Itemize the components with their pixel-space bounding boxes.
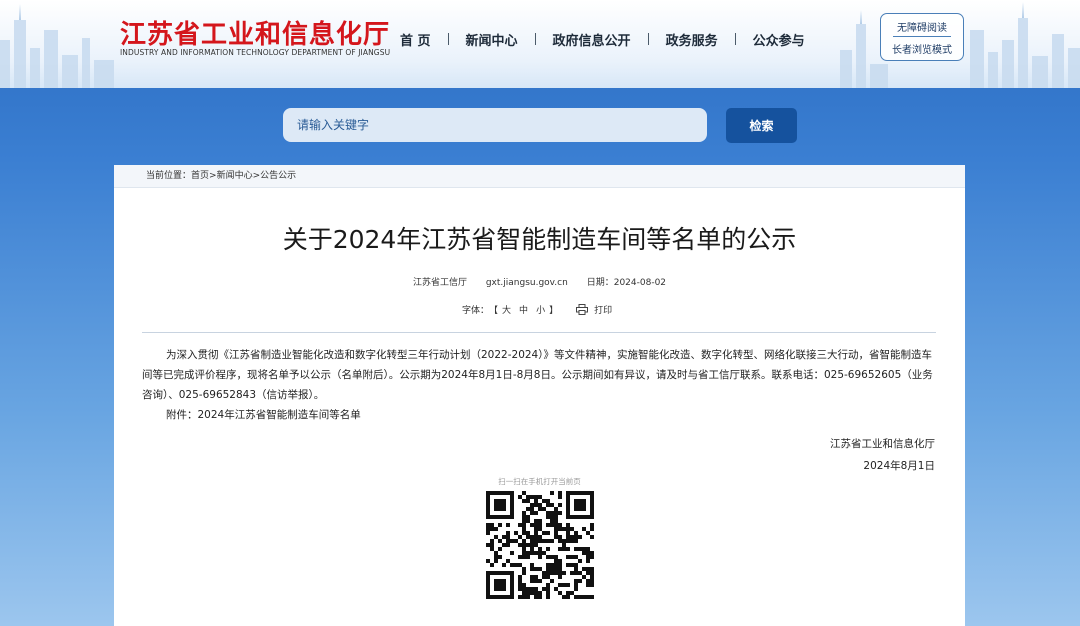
search-input[interactable] [283, 108, 707, 142]
article-meta: 江苏省工信厅 gxt.jiangsu.gov.cn 日期：2024-08-02 [114, 275, 965, 288]
font-size-small[interactable]: 小 [536, 303, 545, 316]
article-paragraph: 为深入贯彻《江苏省制造业智能化改造和数字化转型三年行动计划（2022-2024）… [142, 349, 933, 401]
accessibility-box: 无障碍阅读 长者浏览模式 [880, 13, 964, 61]
nav-separator [647, 33, 649, 45]
breadcrumb-news[interactable]: 新闻中心 [217, 171, 253, 181]
search-button[interactable]: 检索 [726, 108, 797, 143]
divider [893, 36, 951, 37]
main-nav: 首 页 新闻中心 政府信息公开 政务服务 公众参与 [400, 29, 805, 49]
barrier-free-reading-link[interactable]: 无障碍阅读 [881, 19, 963, 34]
signer-name: 江苏省工业和信息化厅 [830, 438, 935, 450]
nav-item-news[interactable]: 新闻中心 [466, 30, 518, 49]
breadcrumb-separator: > [252, 171, 261, 181]
elder-mode-link[interactable]: 长者浏览模式 [881, 41, 963, 56]
nav-separator [447, 33, 449, 45]
date-value: 2024-08-02 [613, 278, 667, 288]
nav-item-participation[interactable]: 公众参与 [753, 30, 805, 49]
date-label: 日期： [586, 278, 614, 288]
font-size-large[interactable]: 大 [502, 303, 511, 316]
article-title: 关于2024年江苏省智能制造车间等名单的公示 [282, 225, 797, 254]
breadcrumb-notices[interactable]: 公告公示 [260, 171, 296, 181]
font-size-label: 字体： [462, 306, 490, 316]
font-size-controls: 字体： 【 大 中 小 】 打印 [462, 303, 612, 316]
print-button[interactable]: 打印 [576, 303, 612, 316]
breadcrumb-home[interactable]: 首页 [191, 171, 209, 181]
nav-separator [534, 33, 536, 45]
site-logo-subtitle: INDUSTRY AND INFORMATION TECHNOLOGY DEPA… [120, 48, 391, 57]
article-body: 为深入贯彻《江苏省制造业智能化改造和数字化转型三年行动计划（2022-2024）… [142, 345, 936, 425]
article-date: 日期：2024-08-02 [587, 278, 666, 288]
font-size-medium[interactable]: 中 [519, 303, 528, 316]
sign-date: 2024年8月1日 [863, 460, 935, 472]
breadcrumb-separator: > [209, 171, 217, 181]
article-source: 江苏省工信厅 [412, 278, 467, 288]
content-divider [142, 332, 936, 333]
printer-icon [576, 304, 589, 315]
qr-caption: 扫一扫在手机打开当前页 [498, 477, 581, 486]
nav-item-gov-info[interactable]: 政府信息公开 [553, 30, 631, 49]
breadcrumb: 当前位置：首页>新闻中心>公告公示 [114, 165, 965, 188]
attachment-link[interactable]: 附件：2024年江苏省智能制造车间等名单 [142, 405, 936, 425]
site-logo-title[interactable]: 江苏省工业和信息化厅 [120, 14, 390, 51]
bracket-close: 】 [549, 306, 559, 316]
nav-separator [734, 33, 736, 45]
breadcrumb-prefix: 当前位置： [146, 171, 192, 181]
nav-item-home[interactable]: 首 页 [400, 30, 431, 49]
print-label: 打印 [594, 306, 613, 316]
nav-item-services[interactable]: 政务服务 [666, 30, 718, 49]
article-signature: 江苏省工业和信息化厅 2024年8月1日 [830, 433, 935, 477]
site-header: 江苏省工业和信息化厅 INDUSTRY AND INFORMATION TECH… [0, 0, 1080, 88]
article-site: gxt.jiangsu.gov.cn [485, 278, 568, 288]
bracket-open: 【 [489, 306, 499, 316]
article-panel: 当前位置：首页>新闻中心>公告公示 关于2024年江苏省智能制造车间等名单的公示… [114, 165, 965, 626]
qr-code-image [486, 491, 594, 599]
